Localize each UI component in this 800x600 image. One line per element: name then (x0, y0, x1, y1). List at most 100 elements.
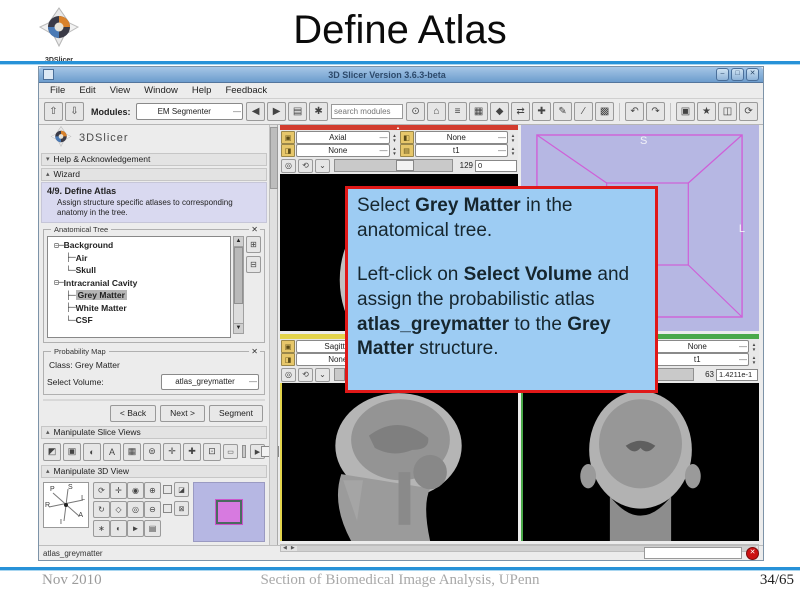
close-icon[interactable]: ✕ (249, 347, 260, 356)
scrollbar-thumb[interactable] (234, 247, 243, 304)
menu-feedback[interactable]: Feedback (218, 85, 274, 96)
tree-collapse-all-icon[interactable]: ⊟ (246, 256, 261, 273)
coronal-viewport[interactable] (521, 383, 759, 541)
modules-history-icon[interactable]: ▤ (288, 102, 307, 121)
checkbox[interactable] (163, 485, 172, 494)
slice-more-icon[interactable]: ⌄ (315, 159, 330, 173)
slice-visibility-icon[interactable]: ◎ (281, 368, 296, 382)
segment-button[interactable]: Segment (209, 405, 263, 422)
foreground-layer-icon[interactable]: ◧ (400, 131, 414, 144)
axial-orientation-select[interactable]: Axial— (296, 131, 390, 144)
undo-icon[interactable]: ↶ (625, 102, 644, 121)
camera-icon[interactable]: ◉ (127, 482, 144, 499)
next-button[interactable]: Next > (160, 405, 205, 422)
coronal-foreground-select[interactable]: None— (656, 340, 750, 353)
labelmap-layer-icon[interactable]: ▤ (400, 144, 414, 157)
tree-item-white-matter[interactable]: ├─ White Matter (48, 301, 230, 314)
axial-offset-slider[interactable] (334, 159, 453, 172)
minimize-button[interactable]: – (716, 68, 729, 81)
error-icon[interactable]: ✕ (746, 547, 759, 560)
axial-color-bar[interactable]: ▲ (280, 125, 518, 130)
zoom-in-icon[interactable]: ⊕ (144, 482, 161, 499)
spinner[interactable]: ▲▼ (391, 133, 399, 143)
module-selector[interactable]: EM Segmenter — (136, 103, 244, 120)
modules-next-icon[interactable]: ▶ (267, 102, 286, 121)
slice-more-icon[interactable]: ⌄ (315, 368, 330, 382)
tree-expand-icon[interactable]: ⊟─ (54, 241, 64, 250)
slice-views-section-header[interactable]: ▴ Manipulate Slice Views (41, 426, 267, 439)
background-layer-icon[interactable]: ◨ (281, 144, 295, 157)
window-titlebar[interactable]: 3D Slicer Version 3.6.3-beta – □ ✕ (39, 67, 763, 83)
spinner[interactable]: ▲▼ (391, 146, 399, 156)
modules-prev-icon[interactable]: ◀ (246, 102, 265, 121)
slice-grid-icon[interactable]: ✛ (163, 443, 181, 461)
wizard-section-header[interactable]: ▴ Wizard (41, 168, 267, 181)
look-from-icon[interactable]: ► (127, 520, 144, 537)
maximize-button[interactable]: □ (731, 68, 744, 81)
spinner[interactable]: ▲▼ (750, 355, 758, 365)
axial-offset-field[interactable]: 0 (475, 160, 517, 172)
slice-duplicate-icon[interactable]: ⊡ (203, 443, 221, 461)
menu-file[interactable]: File (43, 85, 72, 96)
modules-refresh-icon[interactable]: ✱ (309, 102, 328, 121)
slice-link-icon[interactable]: ◩ (43, 443, 61, 461)
slice-pan-icon[interactable]: ✚ (183, 443, 201, 461)
box-visibility-icon[interactable]: ◇ (110, 501, 127, 518)
scroll-down-icon[interactable]: ▼ (234, 323, 243, 333)
menu-view[interactable]: View (103, 85, 137, 96)
axial-background-select[interactable]: None— (296, 144, 390, 157)
slice-label-opacity-icon[interactable]: ◐ (83, 443, 101, 461)
module-models-icon[interactable]: ◆ (490, 102, 509, 121)
slice-crosshair-icon[interactable]: ⊜ (143, 443, 161, 461)
slider-thumb[interactable] (396, 160, 414, 171)
tree-item-background[interactable]: ⊟─ Background (48, 239, 230, 252)
checkbox[interactable] (163, 504, 172, 513)
tree-item-grey-matter[interactable]: ├─ Grey Matter (48, 289, 230, 302)
spinner[interactable]: ▲▼ (509, 146, 517, 156)
tree-item-csf[interactable]: └─ CSF (48, 314, 230, 327)
close-icon[interactable]: ✕ (249, 225, 260, 234)
module-search-icon[interactable]: ⊙ (406, 102, 425, 121)
axes-visibility-icon[interactable]: ∗ (93, 520, 110, 537)
search-modules-input[interactable] (331, 104, 403, 119)
module-colors-icon[interactable]: ▩ (595, 102, 614, 121)
module-data-icon[interactable]: ≡ (448, 102, 467, 121)
coronal-labelmap-select[interactable]: t1— (656, 353, 750, 366)
load-scene-icon[interactable]: ⇧ (44, 102, 63, 121)
slice-rotate-icon[interactable]: ⟲ (298, 368, 313, 382)
spinner[interactable]: ▲▼ (509, 133, 517, 143)
stereo-icon[interactable]: ▤ (144, 520, 161, 537)
view3d-section-header[interactable]: ▴ Manipulate 3D View (41, 465, 267, 478)
visibility-icon[interactable]: ◐ (110, 520, 127, 537)
lookfrom-toggle-icon[interactable]: ⊠ (174, 501, 189, 516)
scroll-up-icon[interactable]: ▲ (234, 237, 243, 247)
back-button[interactable]: < Back (110, 405, 156, 422)
module-measurements-icon[interactable]: ∕ (574, 102, 593, 121)
slice-fade-icon[interactable]: ▭ (223, 444, 238, 459)
save-snapshot-icon[interactable]: ▣ (676, 102, 695, 121)
slice-compare-icon[interactable]: ▦ (123, 443, 141, 461)
screen-capture-icon[interactable]: ⟳ (739, 102, 758, 121)
layout-chooser-icon[interactable]: ◫ (718, 102, 737, 121)
slice-pin-icon[interactable]: ▣ (281, 131, 295, 144)
zoom-out-icon[interactable]: ⊖ (144, 501, 161, 518)
slice-visibility-icon[interactable]: ◎ (281, 159, 296, 173)
redo-icon[interactable]: ↷ (646, 102, 665, 121)
module-fiducials-icon[interactable]: ✚ (532, 102, 551, 121)
help-section-header[interactable]: ▾ Help & Acknowledgement (41, 153, 267, 166)
spinner[interactable]: ▲▼ (750, 342, 758, 352)
slice-rotate-icon[interactable]: ⟲ (298, 159, 313, 173)
slice-pin-icon[interactable]: ▣ (281, 340, 295, 353)
module-home-icon[interactable]: ⌂ (427, 102, 446, 121)
tree-item-intracranial-cavity[interactable]: ⊟─ Intracranial Cavity (48, 276, 230, 289)
axial-labelmap-select[interactable]: t1— (415, 144, 509, 157)
close-button[interactable]: ✕ (746, 68, 759, 81)
orientation-compass[interactable]: P S L R A I (43, 482, 89, 528)
tree-item-skull[interactable]: └─ Skull (48, 264, 230, 277)
slice-annotations-icon[interactable]: A (103, 443, 121, 461)
rotate-view-icon[interactable]: ↻ (93, 501, 110, 518)
select-volume-dropdown[interactable]: atlas_greymatter — (161, 374, 259, 390)
navigation-preview[interactable] (193, 482, 265, 542)
spin-view-icon[interactable]: ⟳ (93, 482, 110, 499)
panel-scrollbar[interactable] (269, 125, 278, 545)
